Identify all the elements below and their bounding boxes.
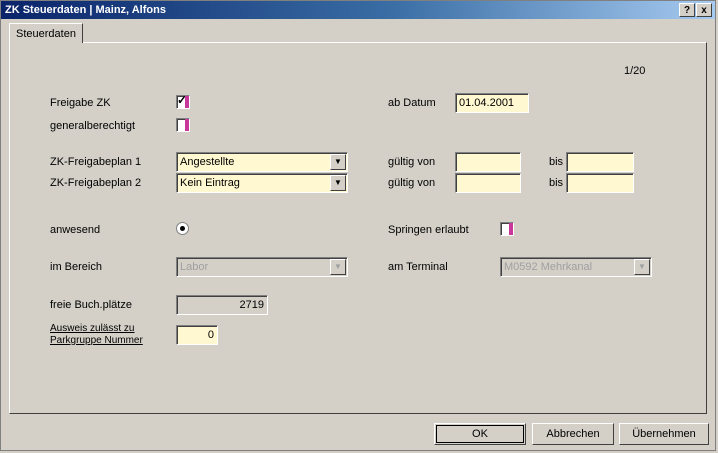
ausweis-label-line2: Parkgruppe Nummer <box>50 335 143 346</box>
ausweis-input[interactable]: 0 <box>176 325 218 345</box>
generalberechtigt-checkbox[interactable] <box>176 118 190 132</box>
freie-buchplaetze-value: 2719 <box>176 295 268 315</box>
generalberechtigt-label: generalberechtigt <box>50 120 136 132</box>
close-button[interactable]: x <box>696 3 712 17</box>
springen-label: Springen erlaubt <box>388 224 469 236</box>
chevron-down-icon[interactable]: ▼ <box>330 175 346 191</box>
help-button[interactable]: ? <box>679 3 695 17</box>
am-terminal-select[interactable]: M0592 Mehrkanal ▼ <box>500 257 652 277</box>
window-title: ZK Steuerdaten | Mainz, Alfons <box>5 4 166 16</box>
gueltig-von-label-2: gültig von <box>388 177 436 189</box>
freigabeplan1-select[interactable]: Angestellte ▼ <box>176 152 348 172</box>
freigabeplan1-value: Angestellte <box>180 156 235 168</box>
am-terminal-label: am Terminal <box>388 261 448 273</box>
tab-steuerdaten[interactable]: Steuerdaten <box>9 23 83 43</box>
anwesend-label: anwesend <box>50 224 101 236</box>
tab-label: Steuerdaten <box>16 28 76 40</box>
page-indicator: 1/20 <box>624 65 646 77</box>
im-bereich-label: im Bereich <box>50 261 102 273</box>
tab-panel: 1/20 Freigabe ZK ✓ ab Datum 01.04.2001 g… <box>9 42 707 414</box>
freie-buchplaetze-label: freie Buch.plätze <box>50 299 132 311</box>
anwesend-radio[interactable] <box>176 222 189 235</box>
ausweis-label-line1: Ausweis zulässt zu <box>50 323 135 334</box>
ab-datum-label: ab Datum <box>388 97 436 109</box>
freigabeplan1-label: ZK-Freigabeplan 1 <box>50 156 142 168</box>
freigabe-zk-checkbox[interactable]: ✓ <box>176 93 190 109</box>
gueltig-von-input-1[interactable] <box>455 152 521 172</box>
freigabeplan2-label: ZK-Freigabeplan 2 <box>50 177 142 189</box>
bis-label-2: bis <box>549 177 564 189</box>
chevron-down-icon[interactable]: ▼ <box>634 259 650 275</box>
springen-checkbox[interactable] <box>500 222 514 236</box>
ab-datum-input[interactable]: 01.04.2001 <box>455 93 529 113</box>
freigabeplan2-select[interactable]: Kein Eintrag ▼ <box>176 173 348 193</box>
title-bar[interactable]: ZK Steuerdaten | Mainz, Alfons ? x <box>1 1 715 19</box>
im-bereich-select[interactable]: Labor ▼ <box>176 257 348 277</box>
gueltig-von-input-2[interactable] <box>455 173 521 193</box>
ok-button[interactable]: OK <box>434 423 526 445</box>
im-bereich-value: Labor <box>180 261 209 273</box>
freigabe-zk-label: Freigabe ZK <box>50 97 111 109</box>
dialog-window: ZK Steuerdaten | Mainz, Alfons ? x Steue… <box>0 0 716 451</box>
cancel-button[interactable]: Abbrechen <box>532 423 614 445</box>
bis-input-1[interactable] <box>566 152 634 172</box>
chevron-down-icon[interactable]: ▼ <box>330 259 346 275</box>
freigabeplan2-value: Kein Eintrag <box>180 177 240 189</box>
apply-button[interactable]: Übernehmen <box>619 423 709 445</box>
chevron-down-icon[interactable]: ▼ <box>330 154 346 170</box>
bis-label-1: bis <box>549 156 564 168</box>
am-terminal-value: M0592 Mehrkanal <box>504 261 593 273</box>
bis-input-2[interactable] <box>566 173 634 193</box>
gueltig-von-label-1: gültig von <box>388 156 436 168</box>
